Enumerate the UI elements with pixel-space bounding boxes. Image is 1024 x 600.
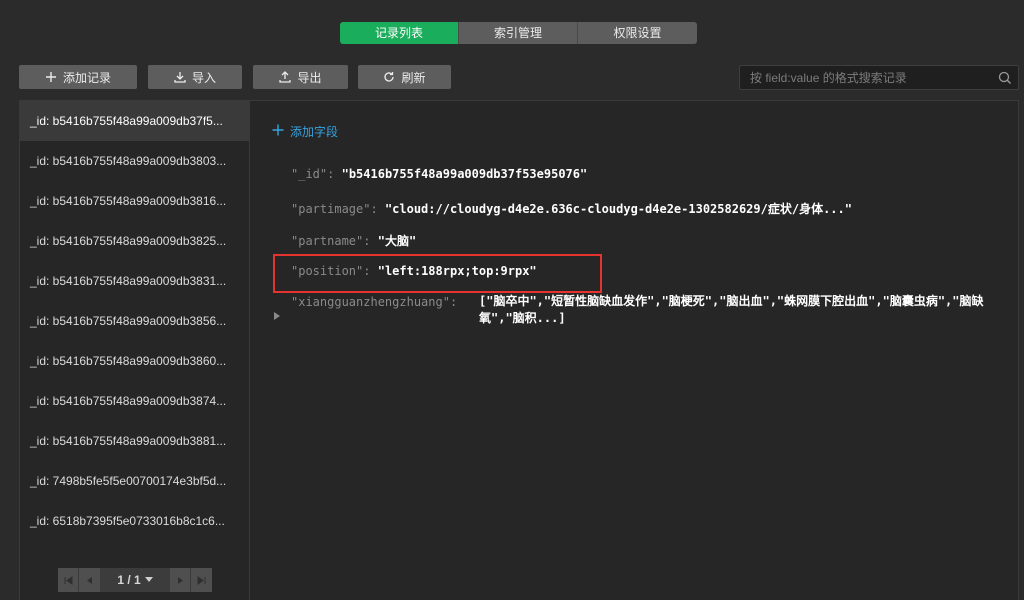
field-key: "partimage": xyxy=(291,202,378,216)
search-box xyxy=(739,65,1019,90)
record-item[interactable]: _id: b5416b755f48a99a009db3825... xyxy=(20,221,249,261)
record-list-panel: _id: b5416b755f48a99a009db37f5... _id: b… xyxy=(19,100,250,600)
record-item[interactable]: _id: b5416b755f48a99a009db3803... xyxy=(20,141,249,181)
field-key: "xiangguanzhengzhuang": xyxy=(291,295,458,309)
field-value: "b5416b755f48a99a009db37f53e95076" xyxy=(341,167,588,181)
record-detail-panel: 添加字段 "_id": "b5416b755f48a99a009db37f53e… xyxy=(250,100,1019,600)
next-page-icon xyxy=(177,576,183,584)
record-item[interactable]: _id: 6518b7395f5e0733016b8c1c6... xyxy=(20,501,249,541)
first-page-icon xyxy=(64,575,72,585)
import-icon xyxy=(174,71,186,83)
field-key: "partname": xyxy=(291,234,371,248)
chevron-down-icon xyxy=(144,577,153,582)
last-page-button[interactable] xyxy=(191,568,212,592)
record-item[interactable]: _id: 7498b5fe5f5e00700174e3bf5d... xyxy=(20,461,249,501)
record-item[interactable]: _id: b5416b755f48a99a009db3881... xyxy=(20,421,249,461)
refresh-icon xyxy=(383,71,395,83)
export-button[interactable]: 导出 xyxy=(253,65,348,89)
import-button[interactable]: 导入 xyxy=(148,65,242,89)
search-icon[interactable] xyxy=(998,71,1012,88)
tab-permissions[interactable]: 权限设置 xyxy=(578,22,697,44)
field-row[interactable]: "position": "left:188rpx;top:9rpx" xyxy=(291,264,537,278)
first-page-button[interactable] xyxy=(58,568,79,592)
record-item[interactable]: _id: b5416b755f48a99a009db3860... xyxy=(20,341,249,381)
record-item[interactable]: _id: b5416b755f48a99a009db3874... xyxy=(20,381,249,421)
plus-icon xyxy=(272,124,284,139)
field-row[interactable]: "partimage": "cloud://cloudyg-d4e2e.636c… xyxy=(291,200,852,217)
field-row[interactable]: "xiangguanzhengzhuang": xyxy=(291,295,457,309)
prev-page-icon xyxy=(87,576,92,584)
add-record-button[interactable]: 添加记录 xyxy=(19,65,137,89)
field-row[interactable]: "_id": "b5416b755f48a99a009db37f53e95076… xyxy=(291,167,587,181)
tab-indexes[interactable]: 索引管理 xyxy=(459,22,578,44)
export-label: 导出 xyxy=(297,70,322,85)
record-item[interactable]: _id: b5416b755f48a99a009db3816... xyxy=(20,181,249,221)
export-icon xyxy=(279,71,292,83)
next-page-button[interactable] xyxy=(170,568,191,592)
add-record-label: 添加记录 xyxy=(62,70,111,85)
field-key: "position": xyxy=(291,264,371,278)
tab-bar: 记录列表 索引管理 权限设置 xyxy=(340,22,697,44)
expand-arrow-icon[interactable] xyxy=(274,309,280,323)
tab-records[interactable]: 记录列表 xyxy=(340,22,459,44)
field-value: "大脑" xyxy=(377,234,417,248)
add-field-label: 添加字段 xyxy=(290,125,339,139)
pagination: 1 / 1 xyxy=(58,568,212,592)
plus-icon xyxy=(45,71,57,83)
import-label: 导入 xyxy=(191,70,216,85)
refresh-label: 刷新 xyxy=(401,70,426,85)
field-value: ["脑卒中","短暂性脑缺血发作","脑梗死","脑出血","蛛网膜下腔出血",… xyxy=(479,294,984,325)
page-select[interactable]: 1 / 1 xyxy=(100,568,170,592)
refresh-button[interactable]: 刷新 xyxy=(358,65,451,89)
add-field-button[interactable]: 添加字段 xyxy=(272,123,338,140)
page-indicator: 1 / 1 xyxy=(117,573,141,587)
record-item[interactable]: _id: b5416b755f48a99a009db37f5... xyxy=(20,101,249,141)
record-item[interactable]: _id: b5416b755f48a99a009db3856... xyxy=(20,301,249,341)
field-row[interactable]: "partname": "大脑" xyxy=(291,232,416,249)
field-value: "left:188rpx;top:9rpx" xyxy=(377,264,537,278)
field-key: "_id": xyxy=(291,167,335,181)
prev-page-button[interactable] xyxy=(79,568,100,592)
record-item[interactable]: _id: b5416b755f48a99a009db3831... xyxy=(20,261,249,301)
last-page-icon xyxy=(197,575,206,585)
field-value: "cloud://cloudyg-d4e2e.636c-cloudyg-d4e2… xyxy=(384,202,852,216)
search-input[interactable] xyxy=(740,66,1018,89)
